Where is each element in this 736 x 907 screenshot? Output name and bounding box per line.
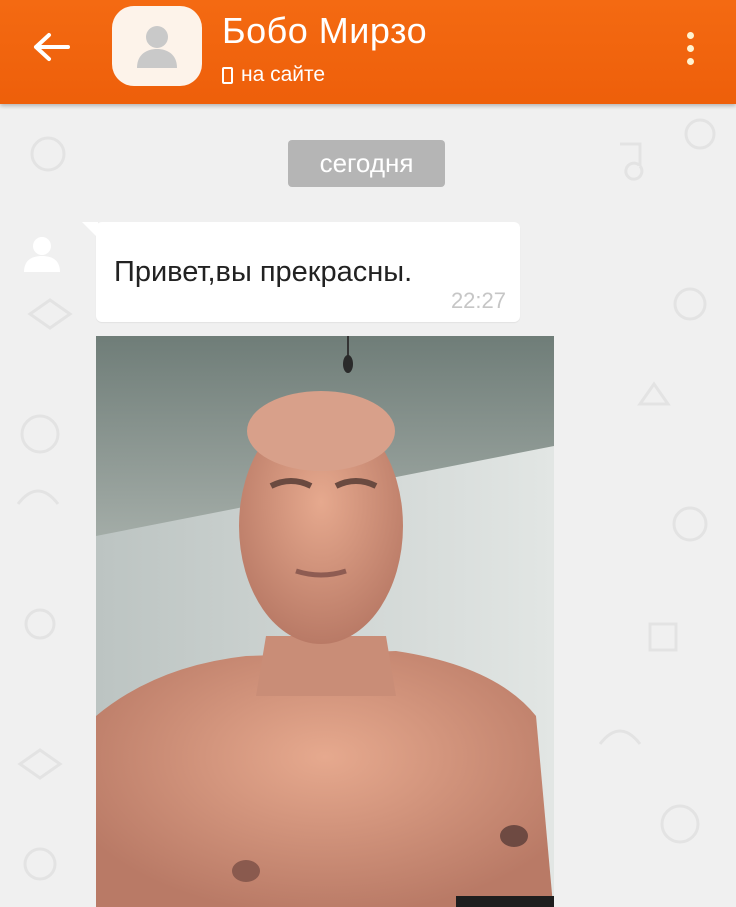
photo-content: [96, 336, 554, 907]
chat-header: Бобо Мирзо на сайте: [0, 0, 736, 104]
date-separator-label: сегодня: [319, 148, 414, 178]
online-status: на сайте: [222, 63, 325, 87]
contact-avatar[interactable]: [112, 6, 202, 86]
message-bubble[interactable]: Привет,вы прекрасны. 22:27: [82, 222, 520, 322]
user-placeholder-icon: [137, 26, 177, 68]
arrow-left-icon: [34, 33, 70, 61]
photo-attachment[interactable]: [96, 336, 554, 907]
more-vertical-icon: [686, 31, 694, 39]
more-menu-button[interactable]: [672, 24, 708, 72]
message-text: Привет,вы прекрасны.: [114, 256, 413, 288]
contact-name[interactable]: Бобо Мирзо: [222, 10, 427, 52]
message-time: 22:27: [450, 288, 506, 313]
date-separator: сегодня: [288, 140, 445, 187]
user-placeholder-icon[interactable]: [22, 234, 62, 274]
back-button[interactable]: [22, 22, 82, 72]
mobile-phone-icon: [222, 66, 233, 84]
chat-area[interactable]: сегодня Привет,вы прекрасны. 22:27: [0, 104, 736, 907]
status-text: на сайте: [241, 63, 326, 86]
